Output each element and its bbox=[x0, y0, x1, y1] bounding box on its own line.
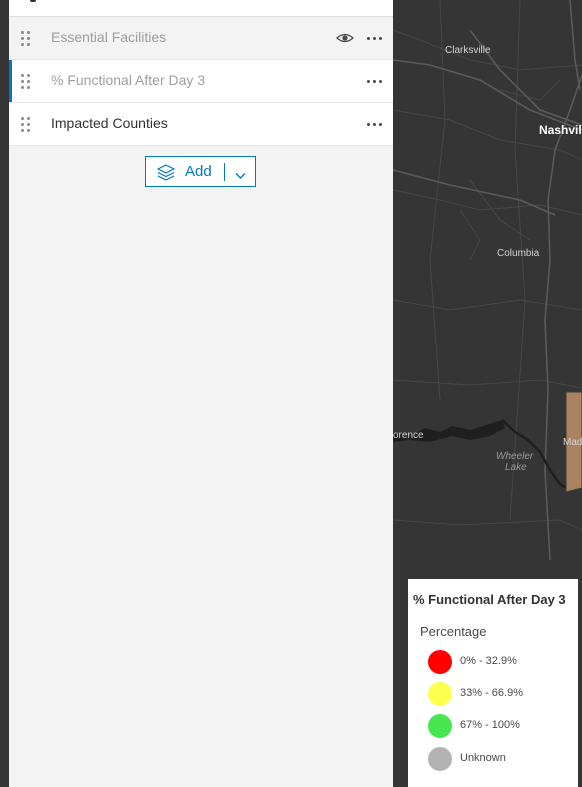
map-label-florence: orence bbox=[393, 430, 424, 441]
map-label-nashville: Nashvill bbox=[539, 123, 582, 137]
chevron-down-icon[interactable] bbox=[235, 167, 246, 185]
layer-label: % Functional After Day 3 bbox=[51, 72, 206, 88]
map-label-clarksville: Clarksville bbox=[445, 45, 491, 56]
legend-item-label: 0% - 32.9% bbox=[460, 655, 517, 667]
layer-label: Essential Facilities bbox=[51, 29, 167, 45]
legend-item-label: 67% - 100% bbox=[460, 719, 520, 731]
split-divider bbox=[224, 163, 225, 181]
legend-field-label: Percentage bbox=[420, 624, 487, 639]
layers-icon bbox=[156, 164, 176, 186]
add-layer-area: Add bbox=[9, 146, 393, 200]
drag-handle-icon[interactable] bbox=[21, 117, 31, 133]
legend-panel: % Functional After Day 3 Percentage 0% -… bbox=[408, 579, 578, 787]
legend-swatch-yellow bbox=[428, 682, 452, 706]
add-button-label: Add bbox=[185, 163, 212, 180]
layer-item-essential-facilities[interactable]: Essential Facilities bbox=[9, 17, 393, 60]
more-options-icon[interactable] bbox=[366, 29, 384, 47]
legend-item-label: Unknown bbox=[460, 752, 506, 764]
map-label-columbia: Columbia bbox=[497, 248, 540, 259]
add-layer-button[interactable]: Add bbox=[145, 156, 256, 187]
legend-swatch-green bbox=[428, 714, 452, 738]
more-options-icon[interactable] bbox=[366, 72, 384, 90]
drag-handle-icon[interactable] bbox=[21, 31, 31, 47]
layer-item-impacted-counties[interactable]: Impacted Counties bbox=[9, 103, 393, 146]
visibility-eye-icon[interactable] bbox=[336, 30, 354, 46]
map-label-madison: Mad bbox=[563, 437, 582, 448]
drag-handle-icon[interactable] bbox=[21, 74, 31, 90]
panel-header-glyph bbox=[30, 0, 36, 2]
legend-swatch-gray bbox=[428, 747, 452, 771]
layer-item-functional-after-day-3[interactable]: % Functional After Day 3 bbox=[9, 60, 393, 103]
more-options-icon[interactable] bbox=[366, 115, 384, 133]
map-label-lake: Lake bbox=[505, 462, 527, 473]
map-label-wheeler: Wheeler bbox=[496, 451, 534, 462]
legend-swatch-red bbox=[428, 650, 452, 674]
legend-item-label: 33% - 66.9% bbox=[460, 687, 523, 699]
layer-list-panel: Essential Facilities % Functional After … bbox=[9, 0, 393, 787]
panel-header bbox=[9, 0, 393, 17]
layer-label: Impacted Counties bbox=[51, 115, 168, 131]
legend-title: % Functional After Day 3 bbox=[413, 592, 566, 607]
